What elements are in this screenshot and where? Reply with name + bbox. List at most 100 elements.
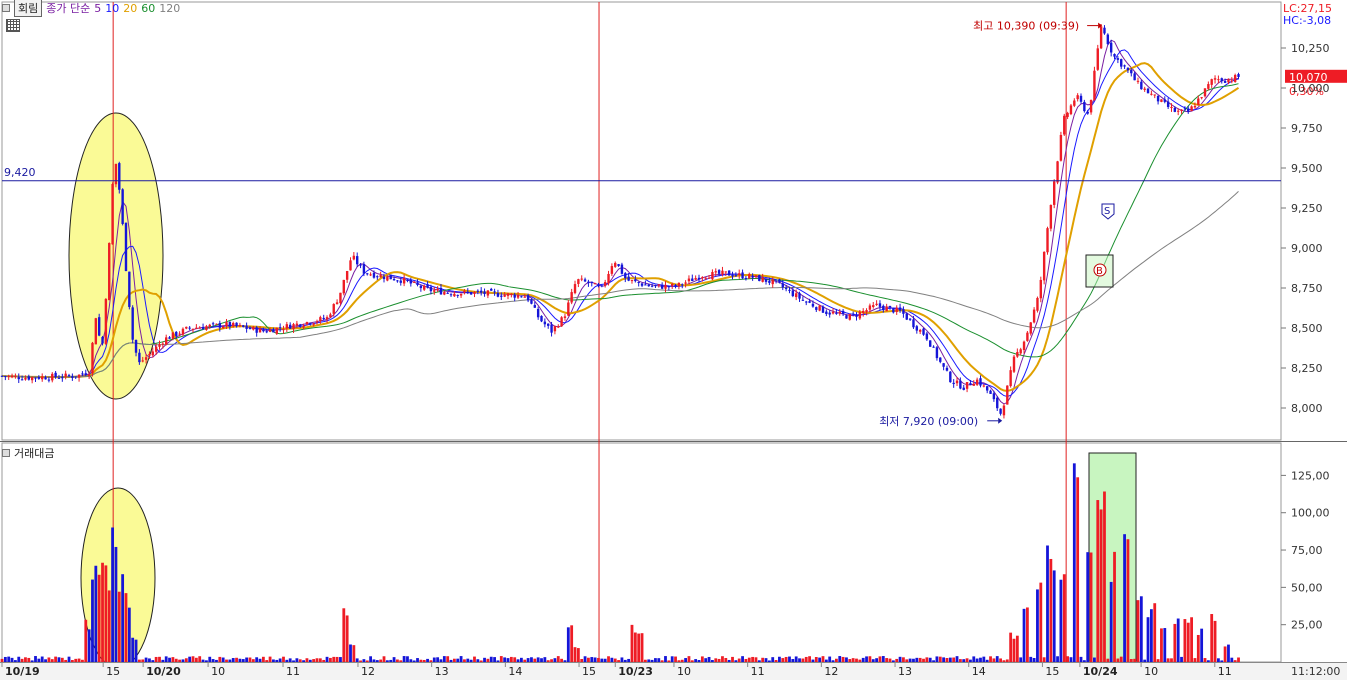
candle-body <box>51 373 54 381</box>
candle-body <box>469 292 473 295</box>
candle-body <box>171 332 175 339</box>
volume-bar <box>999 658 1002 662</box>
volume-bar <box>44 659 47 662</box>
volume-bar <box>603 658 607 662</box>
volume-bar <box>995 656 999 662</box>
volume-bar <box>134 639 138 662</box>
volume-bar <box>466 658 470 662</box>
volume-bar <box>891 660 895 662</box>
candle-body <box>30 377 34 381</box>
volume-bar <box>54 656 58 662</box>
volume-tick-label: 100,00 <box>1291 507 1330 520</box>
stock-name-tag[interactable]: 회림 <box>14 0 43 17</box>
volume-bar <box>1206 660 1210 662</box>
candle-body <box>858 311 862 319</box>
volume-bar <box>774 660 778 662</box>
volume-bar <box>1233 660 1237 662</box>
candle-body <box>91 342 94 374</box>
volume-bar <box>915 657 919 662</box>
candle-body <box>748 274 751 279</box>
candle-body <box>396 280 399 282</box>
candle-body <box>1069 105 1073 115</box>
volume-bar <box>992 658 996 662</box>
volume-bar <box>194 657 198 662</box>
candle-body <box>640 283 644 286</box>
volume-bar <box>1079 656 1083 662</box>
volume-bar <box>503 657 507 662</box>
candle-body <box>717 270 721 274</box>
volume-bar <box>261 656 265 662</box>
ma-10-label: 10 <box>105 1 120 15</box>
panel-toggle-icon[interactable] <box>2 4 10 12</box>
price-tick-label: 9,250 <box>1291 202 1323 215</box>
candle-body <box>526 295 530 301</box>
volume-bar <box>469 659 473 662</box>
candle-body <box>67 375 71 377</box>
volume-bar <box>104 565 108 662</box>
volume-bar <box>1190 617 1193 662</box>
candle-body <box>627 276 630 281</box>
candle-body <box>443 292 446 295</box>
volume-bar <box>188 656 192 662</box>
volume-bar <box>1237 657 1240 662</box>
candle-body <box>969 383 972 385</box>
volume-bar <box>1200 628 1204 662</box>
candle-body <box>560 317 563 327</box>
volume-bar <box>543 657 547 662</box>
volume-bar <box>881 656 885 662</box>
candle-body <box>449 294 453 296</box>
volume-bar <box>1019 657 1023 662</box>
volume-bar <box>871 659 875 662</box>
candle-body <box>389 274 392 280</box>
candle-body <box>1210 79 1213 85</box>
time-tick-label: 10 <box>1144 665 1158 678</box>
volume-bar <box>1196 634 1200 662</box>
time-tick-label: 13 <box>435 665 449 678</box>
candle-body <box>630 280 634 282</box>
candle-body <box>788 289 791 291</box>
candle-body <box>1063 115 1066 135</box>
volume-bar <box>670 656 674 662</box>
candle-body <box>164 337 168 345</box>
volume-bar <box>704 658 708 662</box>
volume-panel-toggle-icon[interactable] <box>2 449 10 457</box>
table-view-icon[interactable] <box>6 19 20 32</box>
time-tick-label: 11 <box>751 665 765 678</box>
volume-bar <box>680 659 684 662</box>
candle-body <box>144 357 148 360</box>
candle-body <box>131 307 134 340</box>
chart-canvas[interactable]: 9,420 최고 10,390 (09:39) 최저 7,920 (09:00) B S… <box>0 0 1347 680</box>
candle-body <box>841 310 845 314</box>
volume-bar <box>530 657 533 662</box>
volume-bar <box>654 658 657 662</box>
volume-bar <box>781 658 785 662</box>
candle-body <box>513 294 516 298</box>
volume-bar <box>757 660 761 662</box>
candle-body <box>503 294 506 297</box>
volume-bar <box>814 657 818 662</box>
volume-bar <box>325 656 329 662</box>
candle-body <box>1140 81 1143 90</box>
volume-bar <box>148 658 151 662</box>
candle-body <box>24 378 27 380</box>
volume-bar <box>687 656 691 662</box>
volume-bar <box>7 656 11 662</box>
volume-bar <box>161 659 165 662</box>
volume-bar <box>359 660 362 662</box>
candle-body <box>386 276 389 281</box>
volume-bar <box>674 656 677 662</box>
time-tick-label: 15 <box>106 665 120 678</box>
candle-body <box>1079 95 1083 102</box>
candle-body <box>47 379 51 381</box>
volume-bar <box>650 659 654 662</box>
candle-body <box>1026 332 1029 341</box>
volume-bar <box>318 658 322 662</box>
volume-bar <box>81 659 84 662</box>
candle-body <box>34 377 37 379</box>
candle-body <box>1036 297 1039 311</box>
volume-bar <box>379 659 383 662</box>
candle-body <box>691 278 694 282</box>
volume-bar <box>231 658 235 662</box>
candle-body <box>1109 42 1113 53</box>
candle-body <box>794 293 798 298</box>
